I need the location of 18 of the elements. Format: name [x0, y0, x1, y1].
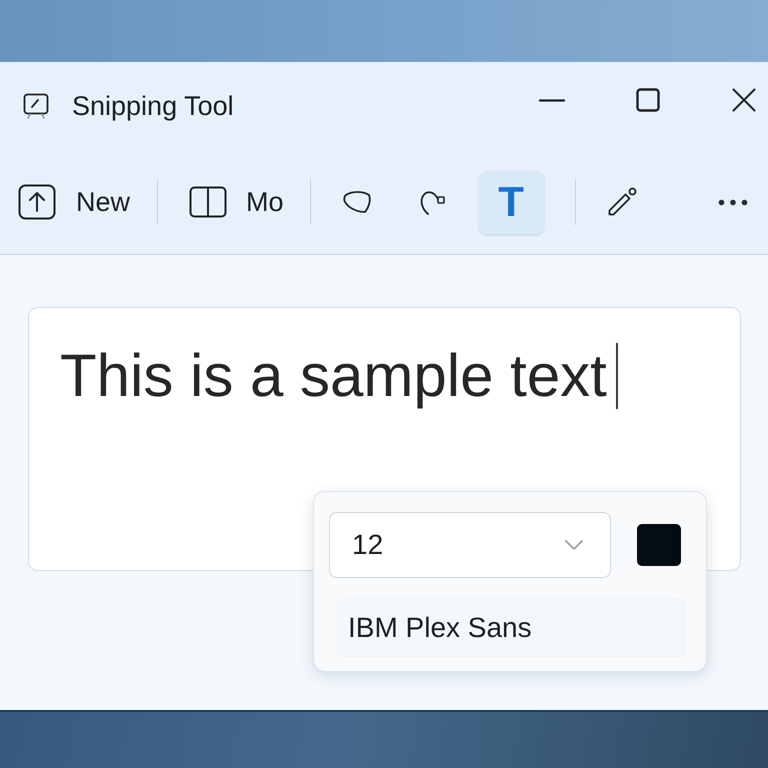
font-size-dropdown[interactable]: 12: [329, 512, 611, 578]
maximize-icon: [636, 88, 660, 112]
window-title: Snipping Tool: [72, 90, 234, 122]
arrow-up-square-icon: [18, 184, 56, 220]
monitor-pen-icon: [22, 92, 50, 120]
close-icon: [732, 88, 756, 112]
font-field[interactable]: IBM Plex Sans: [337, 598, 685, 657]
chevron-down-icon: [564, 539, 584, 551]
minimize-icon: [539, 98, 565, 102]
new-button[interactable]: New: [10, 174, 138, 230]
mode-button[interactable]: Mo: [182, 174, 291, 230]
more-icon: [718, 198, 748, 206]
entered-text: This is a sample text: [60, 341, 607, 411]
split-rectangle-icon: [189, 186, 228, 218]
pen-icon: [606, 186, 638, 218]
text-tool-button[interactable]: T: [478, 170, 544, 234]
color-swatch-icon[interactable]: [637, 524, 681, 566]
freeform-shape-icon: [342, 190, 372, 214]
